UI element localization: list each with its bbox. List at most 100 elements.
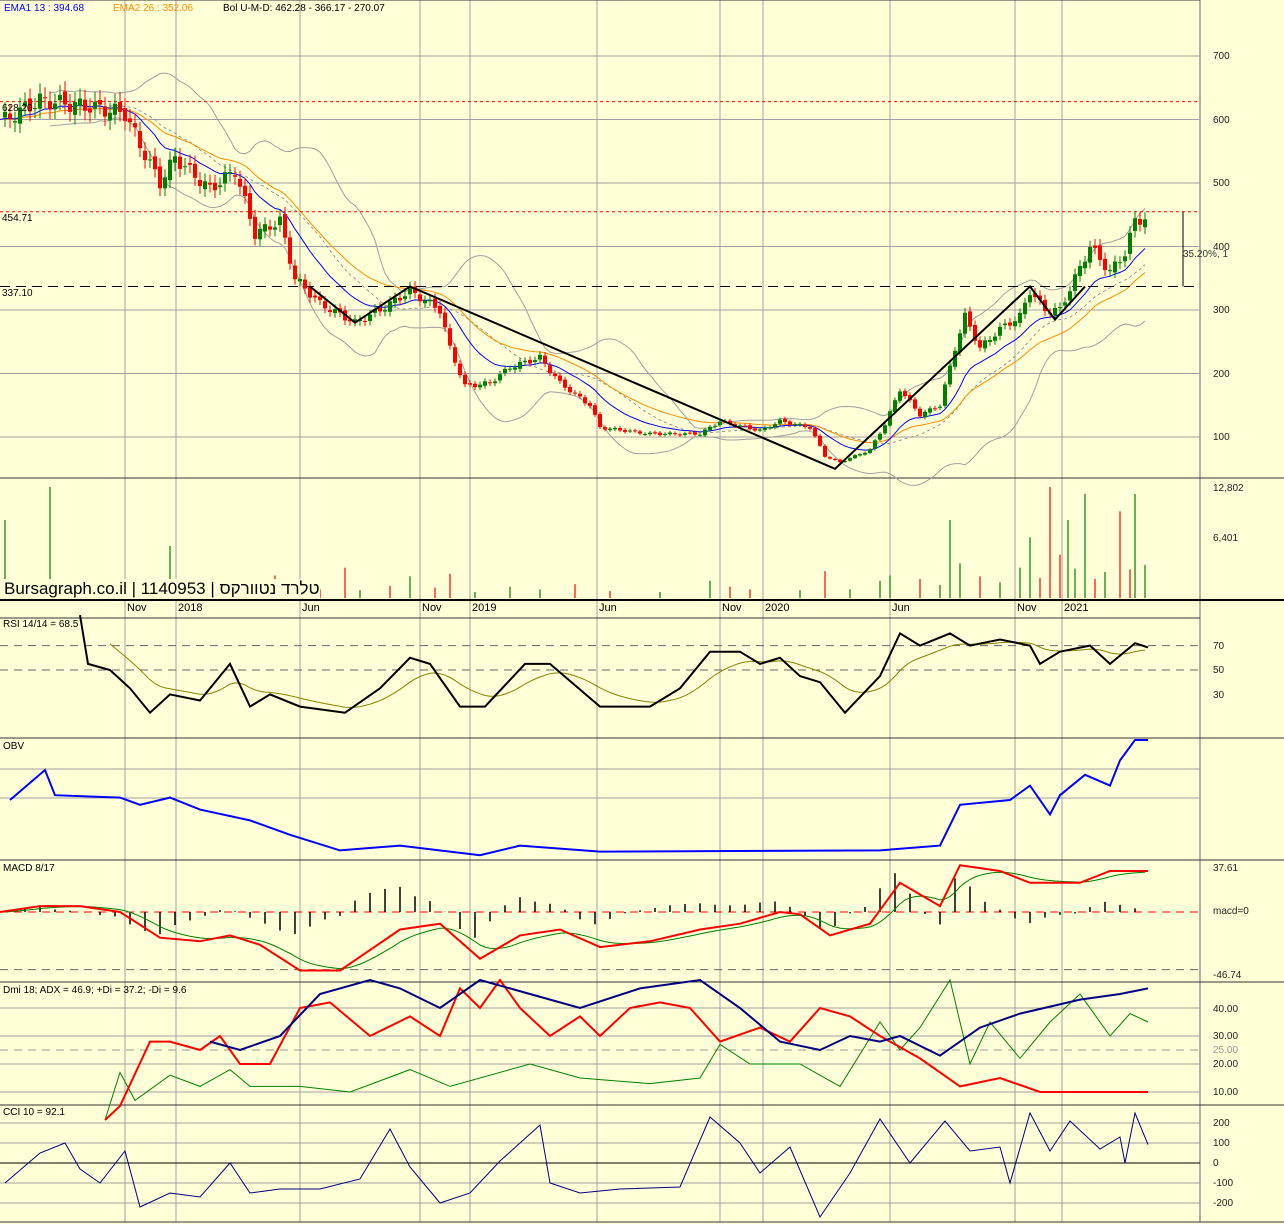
- candle-body: [648, 432, 652, 435]
- candle-body: [223, 172, 227, 184]
- candle-body: [1028, 295, 1032, 303]
- dmi-tick: 10.00: [1213, 1087, 1239, 1098]
- candle-body: [183, 166, 187, 168]
- candle-body: [143, 150, 147, 161]
- candle-body: [788, 421, 792, 425]
- candle-body: [488, 382, 492, 384]
- candle-body: [298, 279, 302, 282]
- candle-body: [68, 103, 72, 112]
- candle-body: [328, 310, 332, 313]
- candle-body: [213, 182, 217, 191]
- macd-signal-line: [0, 871, 1146, 970]
- candle-body: [473, 383, 477, 388]
- candle-body: [588, 403, 592, 407]
- candle-body: [148, 159, 152, 161]
- cci-tick: 0: [1213, 1158, 1219, 1169]
- candle-body: [478, 384, 482, 388]
- candle-body: [863, 452, 867, 455]
- candle-body: [448, 328, 452, 346]
- candle-body: [93, 101, 97, 109]
- candle-body: [333, 309, 337, 314]
- candle-body: [238, 178, 242, 187]
- dmi-tick: 25.00: [1213, 1045, 1239, 1056]
- candle-body: [58, 95, 62, 101]
- rsi-tick: 70: [1213, 641, 1225, 652]
- dmi-title: Dmi 18; ADX = 46.9; +Di = 37.2; -Di = 9.…: [3, 985, 187, 996]
- candle-body: [128, 118, 132, 123]
- candle-body: [98, 100, 102, 105]
- candle-body: [1063, 302, 1067, 306]
- candle-body: [263, 224, 267, 232]
- candle-body: [1018, 312, 1022, 323]
- candle-body: [513, 367, 517, 370]
- cci-tick: 200: [1213, 1118, 1230, 1129]
- candle-body: [38, 93, 42, 109]
- candle-body: [653, 432, 657, 434]
- candle-body: [923, 411, 927, 418]
- candle-body: [1133, 218, 1137, 231]
- candle-body: [1118, 262, 1122, 264]
- price-tick: 700: [1213, 51, 1230, 62]
- macd-title: MACD 8/17: [3, 863, 55, 874]
- date-label: 2019: [472, 602, 497, 614]
- candle-body: [983, 340, 987, 349]
- candle-body: [1023, 302, 1027, 315]
- candle-body: [628, 430, 632, 432]
- candle-body: [833, 458, 837, 460]
- volume-tick: 6,401: [1213, 533, 1239, 544]
- candle-body: [853, 455, 857, 459]
- price-tick: 500: [1213, 178, 1230, 189]
- candle-body: [463, 374, 467, 385]
- dmi-tick: 20.00: [1213, 1059, 1239, 1070]
- candle-body: [1078, 265, 1082, 276]
- price-tick: 100: [1213, 432, 1230, 443]
- cci-tick: 100: [1213, 1138, 1230, 1149]
- candle-body: [323, 301, 327, 309]
- dmi-tick: 30.00: [1213, 1031, 1239, 1042]
- candle-body: [8, 113, 12, 119]
- date-label: Nov: [1017, 602, 1037, 614]
- candle-body: [1098, 245, 1102, 260]
- candle-body: [43, 97, 47, 99]
- price-tick: 300: [1213, 305, 1230, 316]
- candle-body: [73, 102, 77, 115]
- candle-body: [248, 193, 252, 219]
- cci-tick: -100: [1213, 1178, 1234, 1189]
- candle-body: [823, 445, 827, 457]
- candle-body: [433, 298, 437, 308]
- candle-body: [193, 163, 197, 178]
- candle-body: [168, 159, 172, 181]
- candle-body: [423, 300, 427, 304]
- candle-body: [633, 430, 637, 432]
- candle-body: [1053, 307, 1057, 316]
- candle-body: [508, 368, 512, 370]
- ema2-legend: EMA2 26 : 352.06: [113, 3, 194, 14]
- candle-body: [978, 340, 982, 348]
- candle-body: [848, 458, 852, 461]
- candle-body: [783, 418, 787, 422]
- candle-body: [643, 433, 647, 435]
- candle-body: [1138, 218, 1142, 225]
- candle-body: [883, 425, 887, 434]
- candle-body: [743, 425, 747, 427]
- candle-body: [458, 363, 462, 376]
- candle-body: [713, 425, 717, 427]
- candle-body: [483, 381, 487, 386]
- candle-body: [383, 310, 387, 312]
- level-label-337: 337.10: [2, 288, 33, 299]
- price-tick: 600: [1213, 115, 1230, 126]
- rsi-line: [79, 614, 1149, 715]
- candle-body: [813, 428, 817, 437]
- macd-tick: macd=0: [1213, 906, 1249, 917]
- candle-body: [288, 237, 292, 264]
- candle-body: [818, 435, 822, 446]
- candle-body: [428, 299, 432, 302]
- candle-body: [563, 379, 567, 388]
- candle-body: [933, 408, 937, 410]
- level-label-454: 454.71: [2, 213, 33, 224]
- candle-body: [273, 227, 277, 230]
- brand-label: Bursagraph.co.il | 1140953 | טלרד נטוורק…: [4, 579, 320, 599]
- macd-tick: -46.74: [1213, 970, 1242, 981]
- candle-body: [608, 428, 612, 431]
- candle-body: [48, 101, 52, 110]
